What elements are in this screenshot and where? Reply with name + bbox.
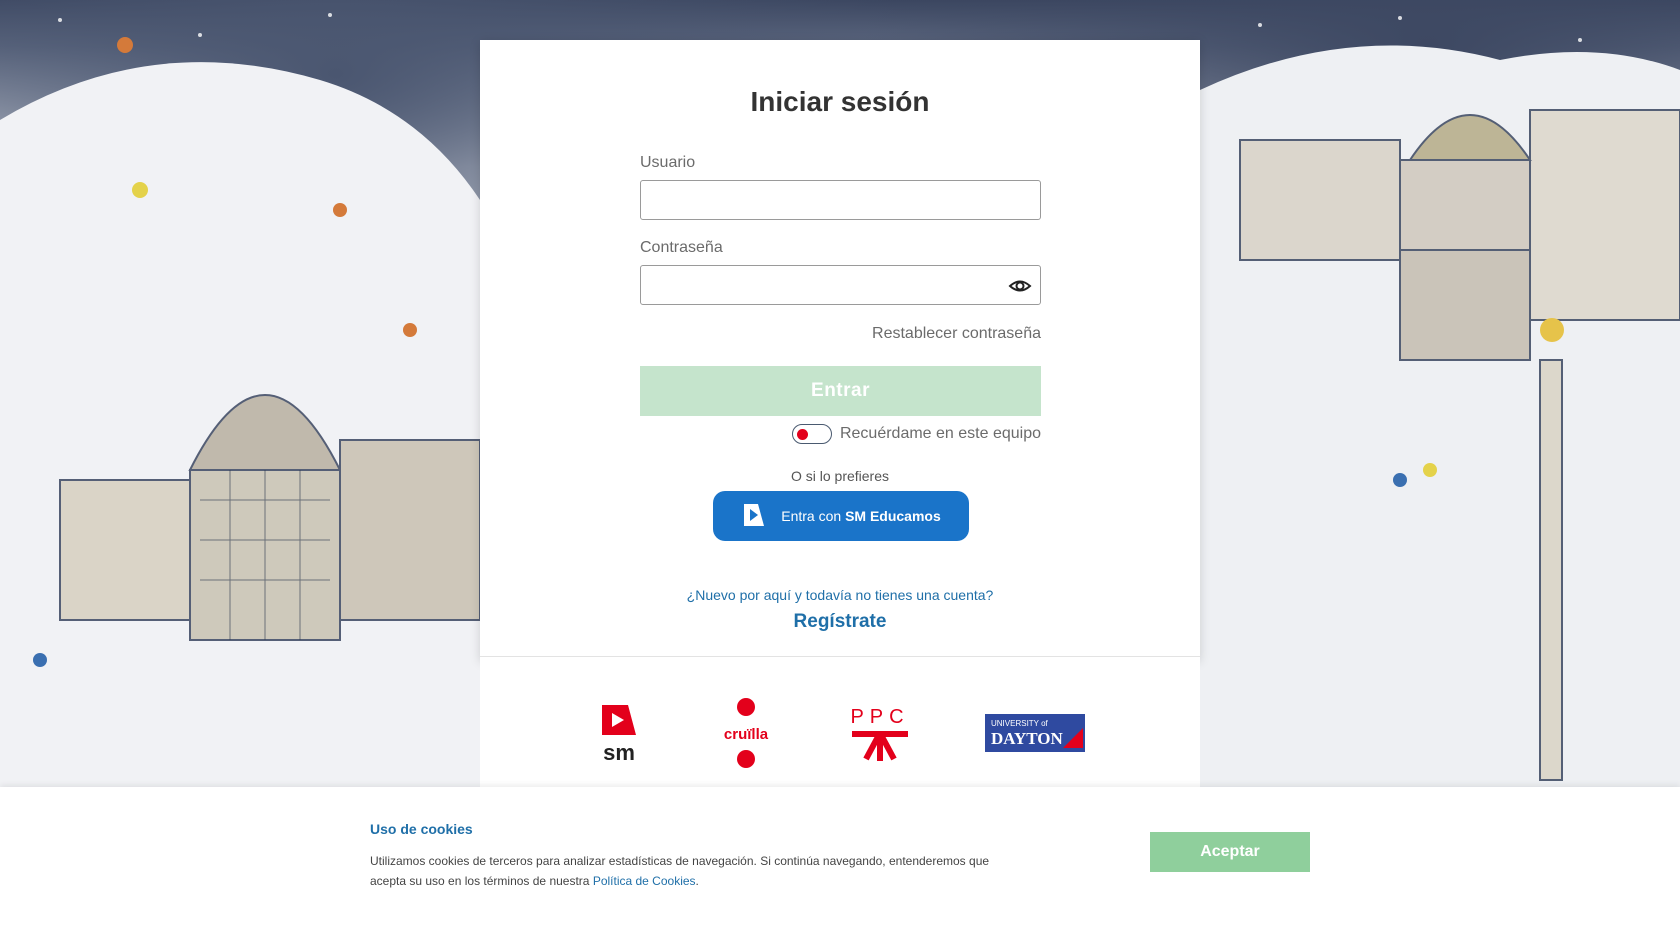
login-card: Iniciar sesión Usuario Contraseña Restab… — [480, 40, 1200, 662]
enter-button[interactable]: Entrar — [640, 366, 1041, 416]
or-separator: O si lo prefieres — [790, 468, 890, 484]
sm-educamos-button-text: Entra con SM Educamos — [781, 508, 941, 524]
sm-logo: sm — [598, 703, 640, 768]
remember-me-toggle[interactable] — [791, 424, 832, 444]
register-link[interactable]: Regístrate — [480, 611, 1200, 633]
cookie-title: Uso de cookies — [370, 821, 473, 837]
university-of-dayton-logo: UNIVERSITY of DAYTON — [985, 714, 1085, 757]
svg-text:UNIVERSITY of: UNIVERSITY of — [991, 719, 1049, 728]
ppc-logo: PPC — [848, 703, 912, 768]
new-account-question: ¿Nuevo por aquí y todavía no tienes una … — [686, 587, 994, 603]
remember-me-label: Recuérdame en este equipo — [839, 425, 1041, 442]
svg-text:sm: sm — [603, 740, 635, 763]
toggle-knob — [796, 429, 808, 440]
eye-icon[interactable] — [1008, 274, 1032, 298]
cookie-banner: Uso de cookies Utilizamos cookies de ter… — [0, 787, 1680, 927]
svg-text:PPC: PPC — [850, 706, 909, 728]
svg-text:cruïlla: cruïlla — [724, 726, 769, 743]
password-input[interactable] — [640, 265, 1041, 305]
cruilla-logo: cruïlla — [716, 697, 776, 774]
sm-educamos-button[interactable]: Entra con SM Educamos — [713, 491, 969, 541]
cookie-policy-link[interactable]: Política de Cookies — [593, 874, 696, 888]
username-label: Usuario — [640, 154, 696, 171]
sm-educamos-logo-icon — [741, 502, 767, 531]
page-title: Iniciar sesión — [750, 86, 930, 117]
password-label: Contraseña — [640, 239, 723, 256]
reset-password-link[interactable]: Restablecer contraseña — [872, 325, 1041, 343]
svg-text:DAYTON: DAYTON — [991, 729, 1064, 748]
accept-cookies-button[interactable]: Aceptar — [1150, 832, 1310, 872]
cookie-text: Utilizamos cookies de terceros para anal… — [370, 854, 990, 888]
username-input[interactable] — [640, 180, 1041, 220]
brand-logos: sm cruïlla PPC UNIVERSITY of DAYTON — [480, 657, 1200, 787]
remember-me: Recuérdame en este equipo — [791, 424, 1041, 444]
